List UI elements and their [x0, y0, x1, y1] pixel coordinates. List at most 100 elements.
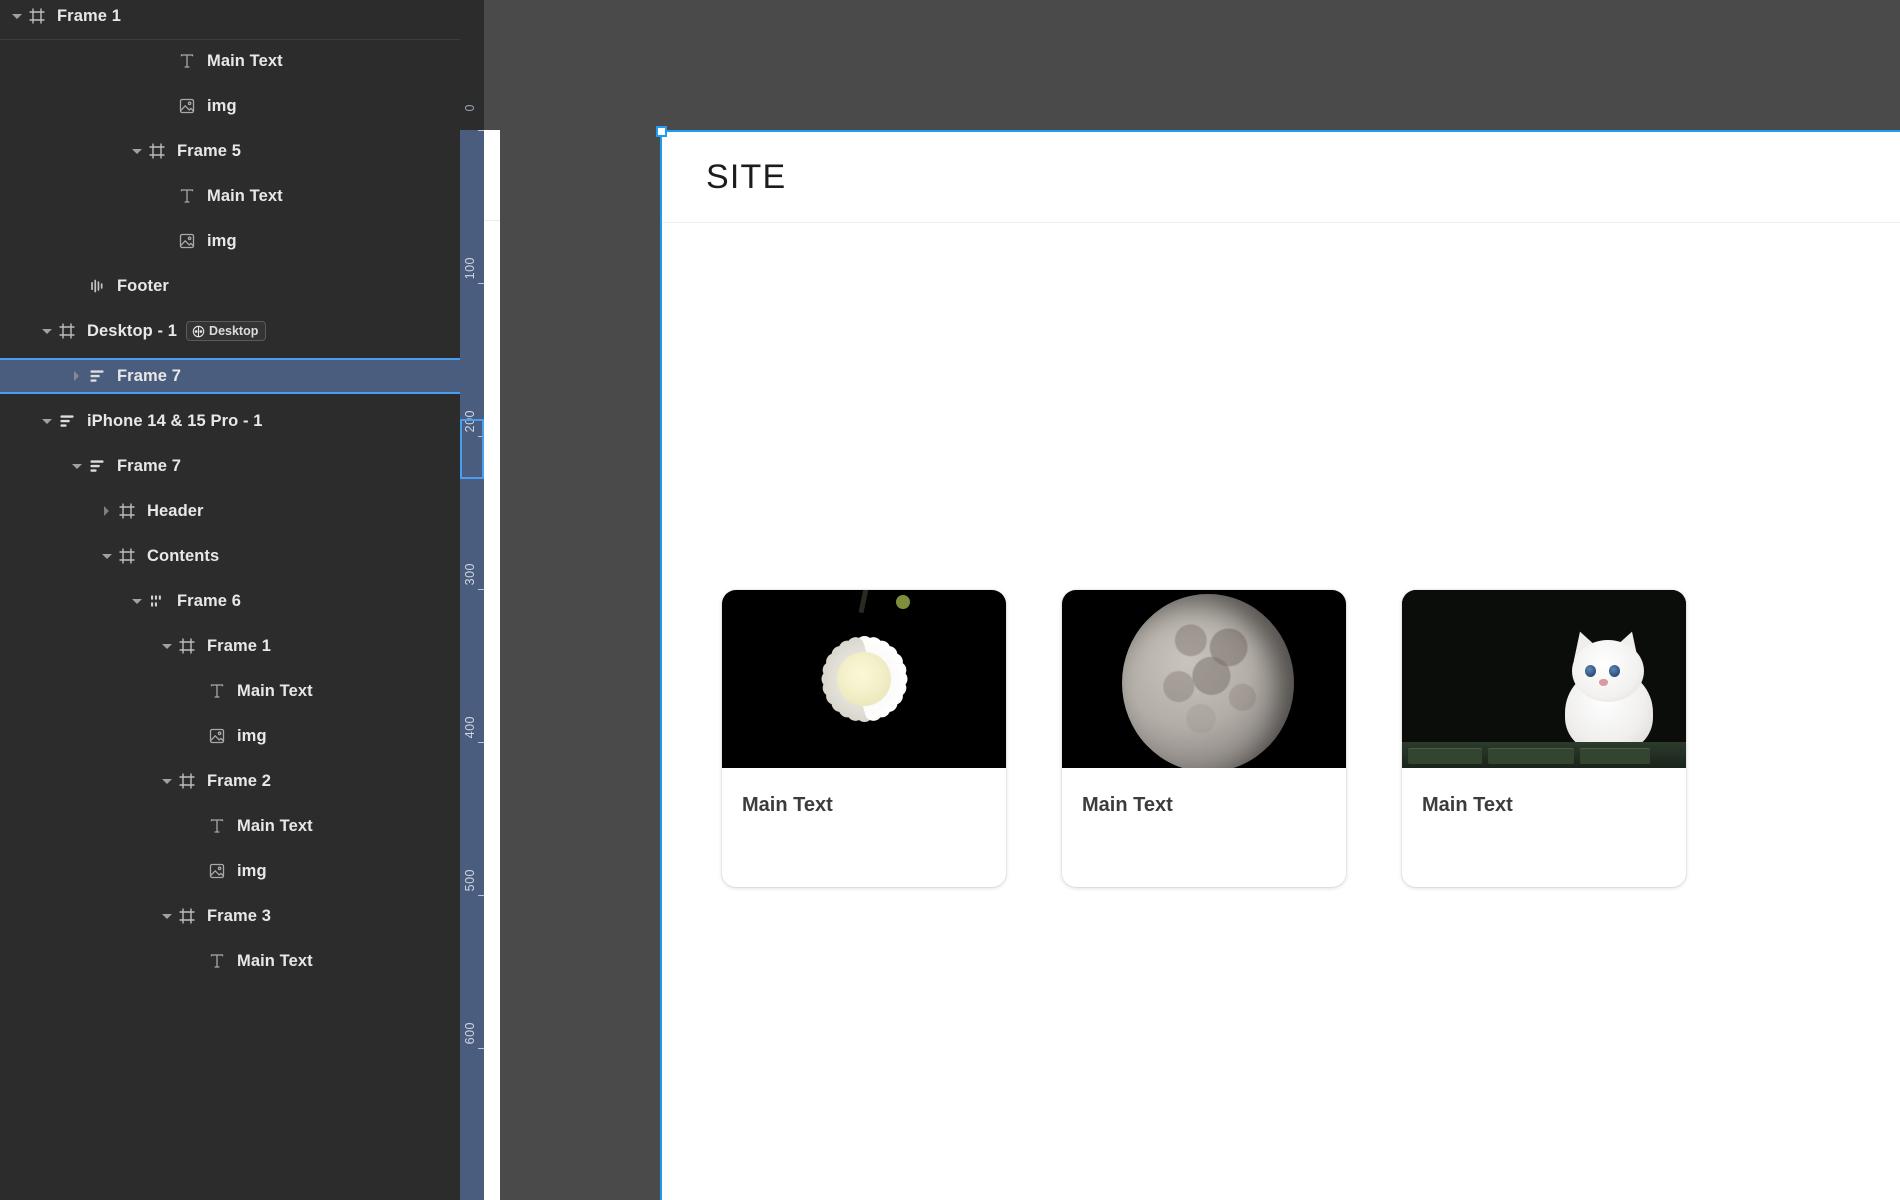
chevron-down-icon[interactable]	[128, 592, 146, 610]
caret-spacer	[158, 97, 176, 115]
layer-row-label: iPhone 14 & 15 Pro - 1	[87, 411, 263, 430]
layer-row[interactable]: Contents	[0, 540, 460, 572]
chevron-down-icon[interactable]	[38, 412, 56, 430]
chevron-down-icon[interactable]	[158, 907, 176, 925]
chevron-down-icon[interactable]	[68, 457, 86, 475]
text-icon	[176, 50, 198, 72]
card-body: Main Text	[722, 768, 1006, 887]
layer-row[interactable]: Main Text	[0, 810, 460, 842]
layer-row-label: Main Text	[237, 951, 313, 970]
image-icon	[206, 725, 228, 747]
layer-row-label: Frame 3	[207, 906, 271, 925]
card[interactable]: Main Text	[722, 590, 1006, 887]
wrap-layout-icon	[146, 590, 168, 612]
layer-row[interactable]: Main Text	[0, 45, 460, 77]
layer-row-label: Main Text	[207, 51, 283, 70]
ruler-selection-range	[460, 419, 484, 479]
ruler-tick-label: 400	[463, 716, 477, 739]
caret-spacer	[158, 232, 176, 250]
text-icon	[206, 680, 228, 702]
card[interactable]: Main Text	[1062, 590, 1346, 887]
frame-icon	[176, 635, 198, 657]
card-image-moon	[1062, 590, 1346, 768]
card-main-text: Main Text	[1082, 794, 1173, 816]
vertical-ruler[interactable]: 0 100 200 300 400 500 600	[460, 0, 484, 1200]
layer-row-label: img	[207, 96, 237, 115]
mobile-frame-preview[interactable]	[484, 130, 500, 1200]
layer-row[interactable]: img	[0, 225, 460, 257]
layer-row-label: Contents	[147, 546, 220, 565]
caret-spacer	[188, 862, 206, 880]
chevron-down-icon[interactable]	[128, 142, 146, 160]
moon-artwork	[1122, 593, 1294, 768]
layer-row-label: Frame 5	[177, 141, 241, 160]
frame-icon	[56, 320, 78, 342]
layer-row[interactable]: Main Text	[0, 180, 460, 212]
layer-row[interactable]: Desktop - 1 Desktop	[0, 315, 460, 347]
chevron-right-icon[interactable]	[68, 367, 86, 385]
layer-row[interactable]: img	[0, 720, 460, 752]
ruler-tick: 600	[460, 1022, 484, 1049]
chevron-down-icon[interactable]	[158, 772, 176, 790]
layer-variant-badge[interactable]: Desktop	[186, 321, 267, 341]
layer-row[interactable]: Footer	[0, 270, 460, 302]
caret-spacer	[158, 187, 176, 205]
site-header-divider	[662, 222, 1900, 223]
layer-row[interactable]: Main Text	[0, 945, 460, 977]
layer-row[interactable]: Frame 1	[0, 630, 460, 662]
desktop-frame[interactable]: SITE Main Text Main Text Main Text	[656, 126, 1900, 1200]
chevron-down-icon[interactable]	[8, 7, 26, 25]
autolayout-icon	[56, 410, 78, 432]
layer-row[interactable]: Frame 3	[0, 900, 460, 932]
layer-row[interactable]: Frame 5	[0, 135, 460, 167]
card-body: Main Text	[1062, 768, 1346, 887]
ruler-tick: 500	[460, 869, 484, 896]
caret-spacer	[158, 52, 176, 70]
chevron-down-icon[interactable]	[158, 637, 176, 655]
layer-row[interactable]: img	[0, 855, 460, 887]
layer-row-label: Main Text	[207, 186, 283, 205]
caret-spacer	[188, 682, 206, 700]
layer-row[interactable]: Header	[0, 495, 460, 527]
layer-row-label: Header	[147, 501, 204, 520]
autolayout-icon	[86, 455, 108, 477]
caret-spacer	[188, 952, 206, 970]
ruler-tick-label: 600	[463, 1022, 477, 1045]
component-instance-icon	[86, 275, 108, 297]
design-canvas[interactable]: SITE Main Text Main Text Main Text	[484, 0, 1900, 1200]
frame-icon	[26, 5, 48, 27]
layer-row-label: img	[207, 231, 237, 250]
chevron-right-icon[interactable]	[98, 502, 116, 520]
image-icon	[176, 95, 198, 117]
frame-icon	[146, 140, 168, 162]
ruler-tick: 100	[460, 257, 484, 284]
layer-row-label: img	[237, 861, 267, 880]
layer-row-label: Frame 7	[117, 366, 181, 385]
layer-row[interactable]: Main Text	[0, 675, 460, 707]
frame-icon	[116, 545, 138, 567]
chevron-down-icon[interactable]	[38, 322, 56, 340]
mobile-frame-header-divider	[484, 220, 500, 221]
card-main-text: Main Text	[1422, 794, 1513, 816]
text-icon	[206, 815, 228, 837]
card[interactable]: Main Text	[1402, 590, 1686, 887]
layer-row[interactable]: Frame 2	[0, 765, 460, 797]
layer-row-label: img	[237, 726, 267, 745]
layer-row[interactable]: Frame 6	[0, 585, 460, 617]
chevron-down-icon[interactable]	[98, 547, 116, 565]
layer-row[interactable]: img	[0, 90, 460, 122]
site-title: SITE	[706, 157, 787, 196]
ruler-tick-label: 0	[463, 104, 477, 112]
kitten-artwork	[1402, 590, 1686, 768]
image-icon	[206, 860, 228, 882]
layer-row[interactable]: Frame 7	[0, 358, 460, 394]
layer-row[interactable]: iPhone 14 & 15 Pro - 1	[0, 405, 460, 437]
layer-row[interactable]: Frame 1	[0, 0, 460, 32]
ruler-tick-label: 300	[463, 563, 477, 586]
card-image-flower	[722, 590, 1006, 768]
layer-row-label: Main Text	[237, 816, 313, 835]
card-body: Main Text	[1402, 768, 1686, 887]
autolayout-icon	[86, 365, 108, 387]
layer-row[interactable]: Frame 7	[0, 450, 460, 482]
component-set-icon	[192, 325, 205, 338]
